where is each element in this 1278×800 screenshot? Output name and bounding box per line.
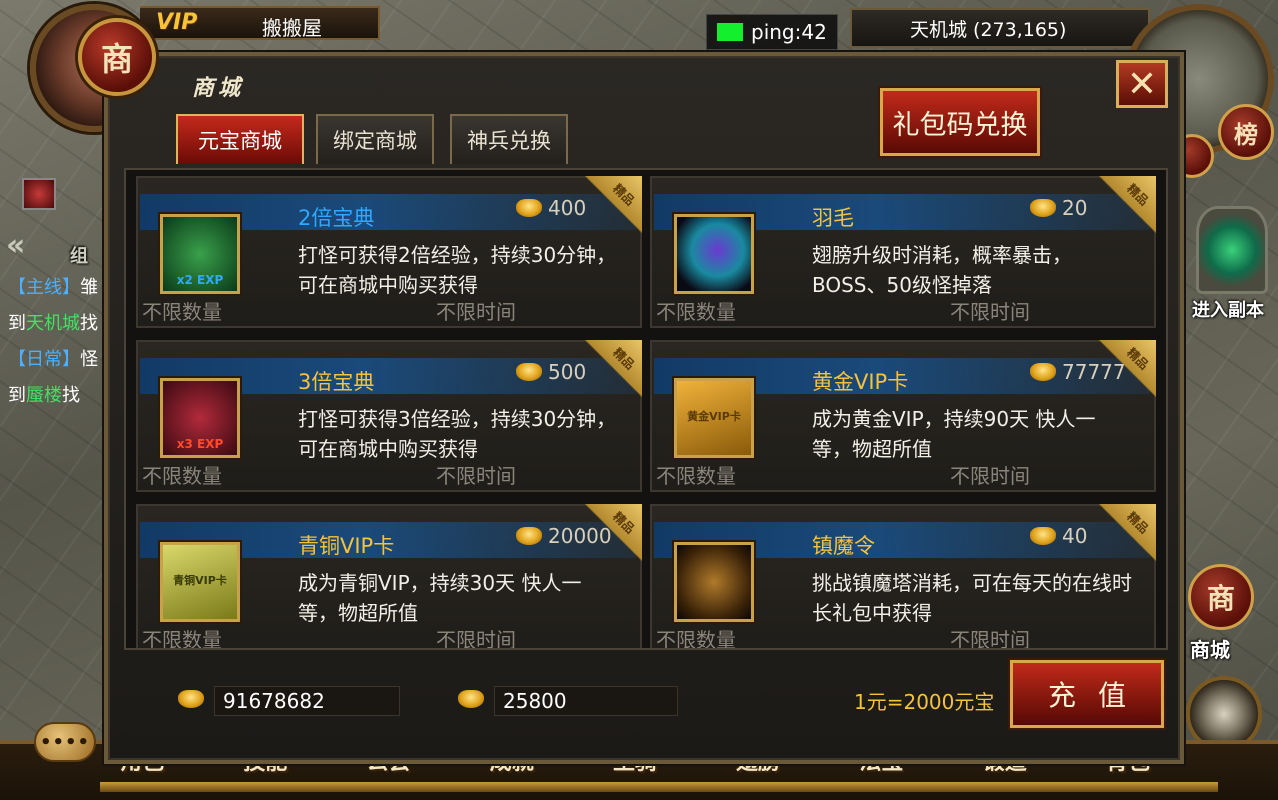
item-name: 黄金VIP卡 bbox=[812, 370, 909, 394]
dialog-title: 商城 bbox=[192, 75, 245, 101]
close-button[interactable]: ✕ bbox=[1116, 60, 1168, 108]
item-time-limit: 不限时间 bbox=[436, 300, 516, 324]
buff-icon[interactable] bbox=[22, 178, 56, 210]
item-grid: 精品 x2 EXP 2倍宝典 400 打怪可获得2倍经验，持续30分钟，可在商城… bbox=[124, 168, 1168, 650]
yuanbao-icon bbox=[1030, 527, 1056, 545]
vip-badge[interactable]: VIP bbox=[156, 10, 197, 35]
demon-seal-token-icon[interactable] bbox=[674, 542, 754, 622]
location-text: 天机城 (273,165) bbox=[910, 18, 1067, 41]
quest-line-main-target: 到天机城找 bbox=[8, 313, 98, 334]
player-name: 搬搬屋 bbox=[262, 16, 322, 40]
item-description: 成为青铜VIP，持续30天 快人一等，物超所值 bbox=[298, 571, 582, 625]
shop-side-button[interactable]: 商 bbox=[1188, 564, 1254, 630]
bound-yuanbao-icon bbox=[458, 690, 484, 708]
ping-text: ping:42 bbox=[751, 20, 827, 44]
item-price: 400 bbox=[516, 196, 586, 220]
shop-item-card[interactable]: 精品 羽毛 20 翅膀升级时消耗，概率暴击，BOSS、50级怪掉落 不限数量 不… bbox=[650, 176, 1156, 328]
chat-bubble-icon[interactable]: •••• bbox=[34, 722, 96, 762]
yuanbao-icon bbox=[516, 527, 542, 545]
shop-dialog: 商城 ✕ 元宝商城 绑定商城 神兵兑换 礼包码兑换 精品 x2 EXP 2倍宝典… bbox=[104, 52, 1184, 764]
shop-item-card[interactable]: 精品 镇魔令 40 挑战镇魔塔消耗，可在每天的在线时长礼包中获得 不限数量 不限… bbox=[650, 504, 1156, 650]
item-time-limit: 不限时间 bbox=[950, 464, 1030, 488]
yuanbao-icon bbox=[516, 199, 542, 217]
shop-item-card[interactable]: 精品 青铜VIP卡 青铜VIP卡 20000 成为青铜VIP，持续30天 快人一… bbox=[136, 504, 642, 650]
item-description: 打怪可获得2倍经验，持续30分钟，可在商城中购买获得 bbox=[298, 243, 617, 297]
item-price: 40 bbox=[1030, 524, 1087, 548]
bound-yuanbao-balance: 25800 bbox=[494, 686, 678, 716]
item-quantity-limit: 不限数量 bbox=[656, 300, 736, 324]
item-description: 挑战镇魔塔消耗，可在每天的在线时长礼包中获得 bbox=[812, 571, 1132, 625]
premium-ribbon bbox=[1098, 176, 1156, 234]
item-description: 打怪可获得3倍经验，持续30分钟，可在商城中购买获得 bbox=[298, 407, 617, 461]
yuanbao-icon bbox=[1030, 363, 1056, 381]
gift-code-button[interactable]: 礼包码兑换 bbox=[880, 88, 1040, 156]
yuanbao-icon bbox=[516, 363, 542, 381]
recharge-button[interactable]: 充值 bbox=[1010, 660, 1164, 728]
gold-vip-card-icon[interactable]: 黄金VIP卡 bbox=[674, 378, 754, 458]
item-name: 羽毛 bbox=[812, 206, 854, 230]
item-name: 3倍宝典 bbox=[298, 370, 375, 394]
item-price: 20000 bbox=[516, 524, 612, 548]
ping-indicator: ping:42 bbox=[706, 14, 838, 50]
item-name: 青铜VIP卡 bbox=[298, 534, 395, 558]
item-quantity-limit: 不限数量 bbox=[656, 628, 736, 650]
enter-dungeon-label[interactable]: 进入副本 bbox=[1192, 296, 1264, 322]
item-price: 77777 bbox=[1030, 360, 1126, 384]
item-time-limit: 不限时间 bbox=[950, 628, 1030, 650]
exp-book-icon[interactable]: x3 EXP bbox=[160, 378, 240, 458]
quest-line-daily: 【日常】怪 bbox=[8, 349, 98, 370]
premium-ribbon bbox=[584, 176, 642, 234]
item-quantity-limit: 不限数量 bbox=[142, 300, 222, 324]
ranking-button[interactable]: 榜 bbox=[1218, 104, 1274, 160]
team-tab-label[interactable]: 组 bbox=[70, 242, 88, 268]
premium-ribbon bbox=[584, 340, 642, 398]
item-name: 镇魔令 bbox=[812, 534, 875, 558]
item-price: 500 bbox=[516, 360, 586, 384]
shop-item-card[interactable]: 精品 x2 EXP 2倍宝典 400 打怪可获得2倍经验，持续30分钟，可在商城… bbox=[136, 176, 642, 328]
exchange-rate-text: 1元=2000元宝 bbox=[854, 690, 995, 714]
location-bar: 天机城 (273,165) bbox=[850, 8, 1150, 48]
premium-ribbon bbox=[1098, 504, 1156, 562]
item-description: 翅膀升级时消耗，概率暴击，BOSS、50级怪掉落 bbox=[812, 243, 1072, 297]
shop-item-card[interactable]: 精品 黄金VIP卡 黄金VIP卡 77777 成为黄金VIP，持续90天 快人一… bbox=[650, 340, 1156, 492]
item-time-limit: 不限时间 bbox=[950, 300, 1030, 324]
tab-yuanbao-shop[interactable]: 元宝商城 bbox=[176, 114, 304, 164]
exp-book-icon[interactable]: x2 EXP bbox=[160, 214, 240, 294]
item-quantity-limit: 不限数量 bbox=[142, 628, 222, 650]
item-quantity-limit: 不限数量 bbox=[142, 464, 222, 488]
shop-emblem-icon: 商 bbox=[78, 18, 156, 96]
signal-icon bbox=[717, 23, 743, 41]
item-quantity-limit: 不限数量 bbox=[656, 464, 736, 488]
exp-bar bbox=[100, 782, 1218, 792]
quest-tracker[interactable]: 【主线】雏 到天机城找 【日常】怪 到蜃楼找 bbox=[0, 270, 110, 410]
yuanbao-balance: 91678682 bbox=[214, 686, 400, 716]
bronze-vip-card-icon[interactable]: 青铜VIP卡 bbox=[160, 542, 240, 622]
item-time-limit: 不限时间 bbox=[436, 628, 516, 650]
tab-bound-shop[interactable]: 绑定商城 bbox=[316, 114, 434, 164]
shop-item-card[interactable]: 精品 x3 EXP 3倍宝典 500 打怪可获得3倍经验，持续30分钟，可在商城… bbox=[136, 340, 642, 492]
tab-weapon-exchange[interactable]: 神兵兑换 bbox=[450, 114, 568, 164]
yuanbao-icon bbox=[1030, 199, 1056, 217]
item-time-limit: 不限时间 bbox=[436, 464, 516, 488]
yuanbao-icon bbox=[178, 690, 204, 708]
quest-line-daily-target: 到蜃楼找 bbox=[8, 385, 80, 406]
item-price: 20 bbox=[1030, 196, 1087, 220]
quest-line-main: 【主线】雏 bbox=[8, 277, 98, 298]
item-description: 成为黄金VIP，持续90天 快人一等，物超所值 bbox=[812, 407, 1096, 461]
shop-side-label[interactable]: 商城 bbox=[1190, 634, 1230, 663]
feather-icon[interactable] bbox=[674, 214, 754, 294]
item-name: 2倍宝典 bbox=[298, 206, 375, 230]
collapse-arrows-icon[interactable]: « bbox=[6, 228, 25, 263]
portal-icon[interactable] bbox=[1196, 206, 1268, 294]
